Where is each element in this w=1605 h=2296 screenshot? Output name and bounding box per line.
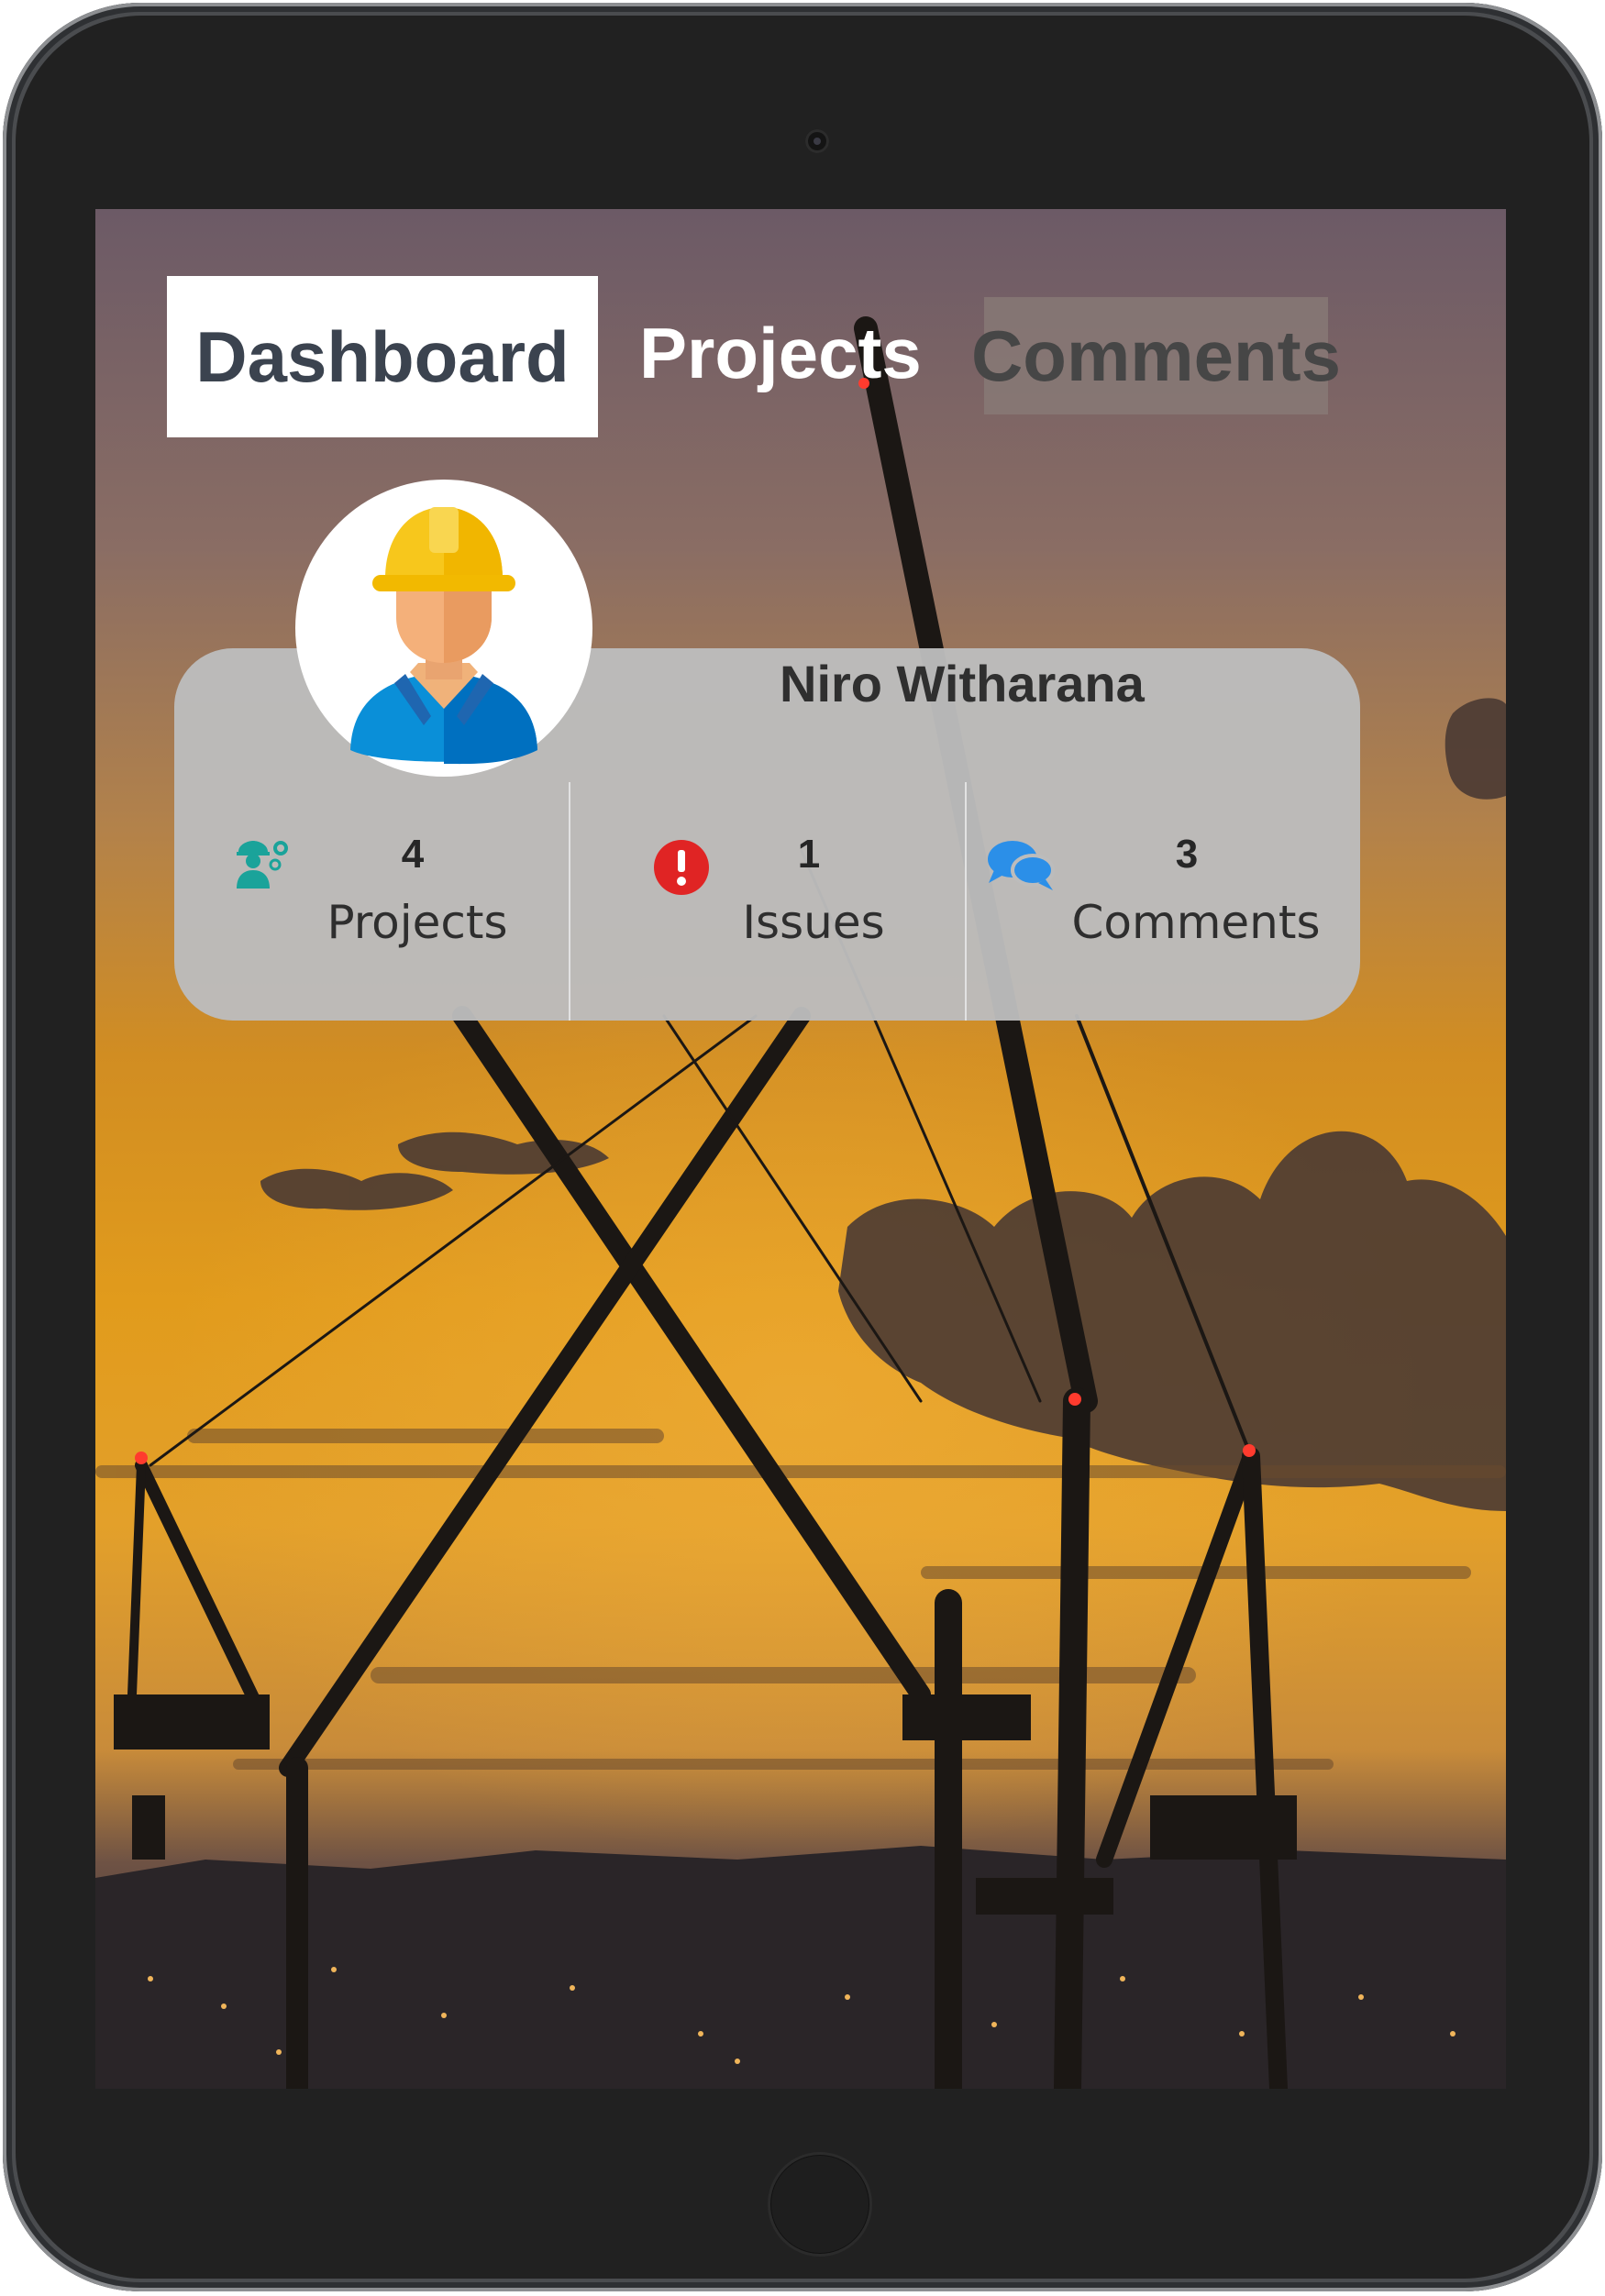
issues-label: Issues	[742, 896, 885, 949]
front-camera	[805, 129, 829, 153]
exclamation-circle-icon	[654, 840, 709, 895]
worker-gear-icon	[237, 841, 288, 889]
tab-projects[interactable]: Projects	[639, 317, 922, 389]
avatar[interactable]	[295, 480, 592, 777]
projects-label: Projects	[327, 896, 508, 949]
issues-count: 1	[797, 832, 821, 877]
stat-projects[interactable]: 4 Projects	[174, 832, 569, 978]
user-name: Niro Witharana	[780, 655, 1145, 712]
comments-label: Comments	[1071, 896, 1321, 949]
comments-icon	[988, 841, 1055, 890]
stat-issues[interactable]: 1 Issues	[570, 832, 965, 978]
construction-worker-avatar-icon	[350, 507, 537, 765]
tab-dashboard[interactable]: Dashboard	[167, 276, 598, 437]
projects-count: 4	[401, 832, 425, 877]
tab-comments[interactable]: Comments	[971, 297, 1341, 414]
app-screen: Dashboard Projects Comments Niro Withara…	[95, 209, 1506, 2089]
stat-comments[interactable]: 3 Comments	[967, 832, 1361, 978]
comments-count: 3	[1175, 832, 1199, 877]
home-button[interactable]	[768, 2152, 872, 2257]
